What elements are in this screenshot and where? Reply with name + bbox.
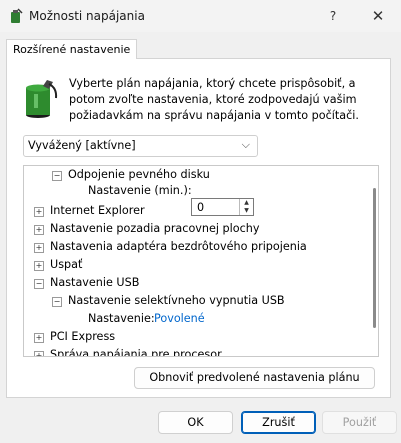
tree-item[interactable]: + Správa napájania pre procesor xyxy=(24,346,364,357)
tree-item[interactable]: − Nastavenie selektívneho vypnutia USB xyxy=(24,292,364,310)
tree-item-setting: Nastavenie (min.): 0 ▲ ▼ xyxy=(24,182,364,216)
tree-item-label: PCI Express xyxy=(50,330,116,343)
collapse-icon[interactable]: − xyxy=(52,297,62,307)
expand-icon[interactable]: + xyxy=(34,225,44,235)
restore-defaults-button[interactable]: Obnoviť predvolené nastavenia plánu xyxy=(134,367,375,389)
tab-advanced-settings[interactable]: Rozšírené nastavenie xyxy=(6,39,138,59)
tree-item-setting: Nastavenie: Povolené xyxy=(24,310,364,328)
setting-value-link[interactable]: Povolené xyxy=(154,310,205,328)
cancel-button[interactable]: Zrušiť xyxy=(241,411,316,434)
power-plan-value: Vyvážený [aktívne] xyxy=(28,139,136,152)
tree-item-label: Uspať xyxy=(50,258,83,271)
tree-item-label: Nastavenie selektívneho vypnutia USB xyxy=(68,294,285,307)
tree-item-label: Nastavenie pozadia pracovnej plochy xyxy=(50,222,260,235)
expand-icon[interactable]: + xyxy=(34,333,44,343)
expand-icon[interactable]: + xyxy=(34,243,44,253)
close-button[interactable]: ✕ xyxy=(364,4,392,28)
tree-item-label: Správa napájania pre procesor xyxy=(50,348,222,357)
apply-button[interactable]: Použiť xyxy=(322,411,397,434)
tree-item-label: Internet Explorer xyxy=(50,204,145,217)
tree-item[interactable]: + PCI Express xyxy=(24,328,364,346)
tree-item-label: Nastavenie USB xyxy=(50,276,140,289)
tree-item[interactable]: − Nastavenie USB xyxy=(24,274,364,292)
help-button[interactable]: ? xyxy=(320,4,346,28)
power-options-icon xyxy=(11,8,23,23)
title-bar: Možnosti napájania ? ✕ xyxy=(0,0,401,32)
expand-icon[interactable]: + xyxy=(34,261,44,271)
tree-item[interactable]: + Nastavenie pozadia pracovnej plochy xyxy=(24,220,364,238)
power-plan-select[interactable]: Vyvážený [aktívne] ⌵ xyxy=(23,135,258,157)
settings-tree[interactable]: − Odpojenie pevného disku Nastavenie (mi… xyxy=(23,165,379,357)
vertical-scrollbar[interactable] xyxy=(373,188,376,328)
ok-button[interactable]: OK xyxy=(158,411,233,434)
collapse-icon[interactable]: − xyxy=(52,171,62,181)
tree-item[interactable]: + Internet Explorer xyxy=(24,202,364,220)
description-text: Vyberte plán napájania, ktorý chcete pri… xyxy=(69,77,359,122)
tree-item-label: Nastavenie (min.): xyxy=(88,184,192,197)
chevron-down-icon: ⌵ xyxy=(241,138,250,151)
tree-item-label: Nastavenie: xyxy=(88,312,155,325)
tree-item[interactable]: + Uspať xyxy=(24,256,364,274)
window-title: Možnosti napájania xyxy=(29,9,145,23)
expand-icon[interactable]: + xyxy=(34,207,44,217)
battery-plug-icon xyxy=(26,80,58,118)
tree-item[interactable]: + Nastavenia adaptéra bezdrôtového pripo… xyxy=(24,238,364,256)
expand-icon[interactable]: + xyxy=(34,351,44,356)
collapse-icon[interactable]: − xyxy=(34,279,44,289)
tree-item-label: Nastavenia adaptéra bezdrôtového pripoje… xyxy=(50,240,307,253)
